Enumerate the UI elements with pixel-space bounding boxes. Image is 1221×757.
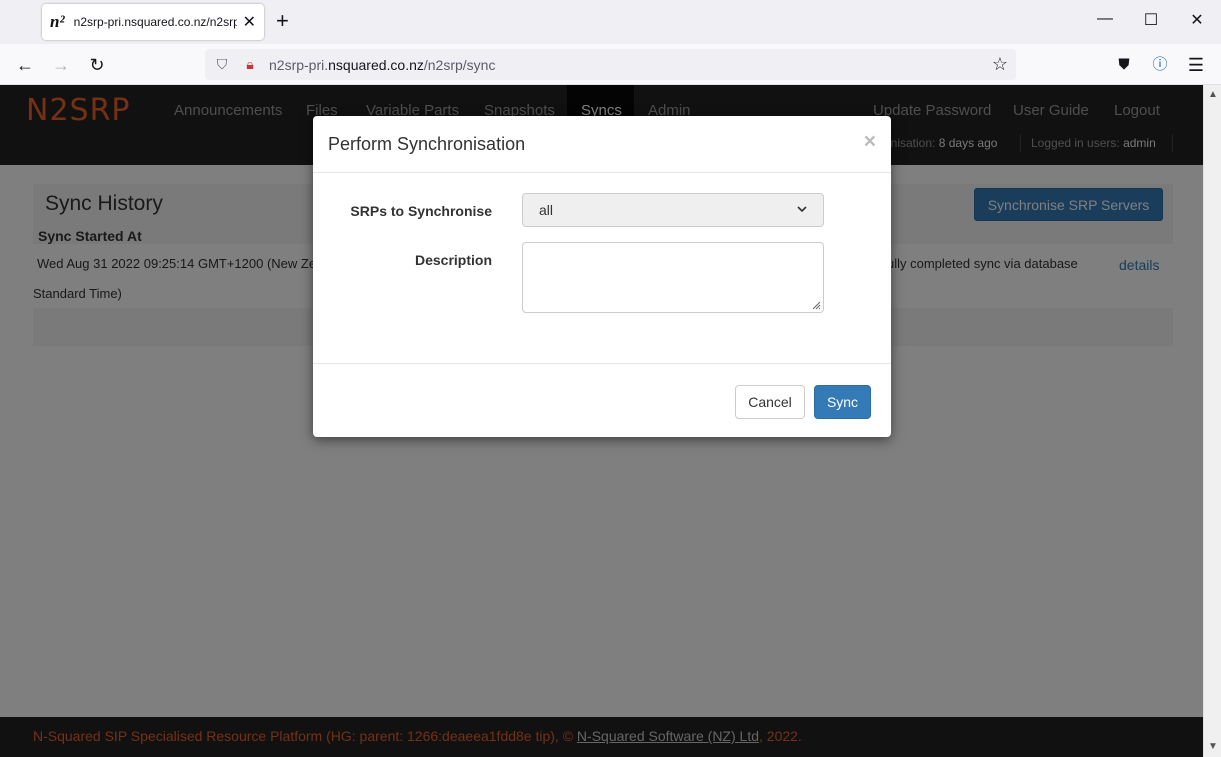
scroll-up-icon[interactable]: ▲ xyxy=(1208,89,1218,100)
tab-title: n2srp-pri.nsquared.co.nz/n2srp/sync xyxy=(73,15,237,29)
page-viewport: N2SRP Announcements Files Variable Parts… xyxy=(0,85,1203,757)
forward-arrow-icon[interactable]: → xyxy=(49,53,73,77)
chevron-down-icon xyxy=(797,205,807,216)
pocket-icon[interactable]: ⛊ xyxy=(1112,53,1136,77)
new-tab-icon[interactable]: + xyxy=(276,10,289,32)
browser-tab[interactable]: n² n2srp-pri.nsquared.co.nz/n2srp/sync ✕ xyxy=(42,4,264,40)
url-domain: nsquared.co.nz xyxy=(328,56,424,73)
modal-title: Perform Synchronisation xyxy=(328,134,526,154)
srps-select-value: all xyxy=(539,202,554,218)
maximize-icon[interactable]: ☐ xyxy=(1136,10,1166,30)
description-textarea[interactable] xyxy=(522,242,824,313)
resize-grip-icon[interactable] xyxy=(811,300,821,310)
star-icon[interactable]: ☆ xyxy=(992,54,1008,75)
modal-footer: Cancel Sync xyxy=(313,363,891,437)
insecure-lock-icon[interactable]: 🔒︎ xyxy=(241,56,259,73)
close-icon[interactable]: × xyxy=(864,130,876,154)
page-scrollbar[interactable]: ▲ ▼ xyxy=(1203,85,1221,757)
browser-nav-bar: ← → ↻ ⛉ 🔒︎ n2srp-pri.nsquared.co.nz/n2sr… xyxy=(0,44,1221,85)
shield-icon[interactable]: ⛉ xyxy=(213,56,231,73)
menu-icon[interactable]: ☰ xyxy=(1184,53,1208,77)
password-manager-icon[interactable]: ⓘ xyxy=(1148,53,1172,77)
tab-close-icon[interactable]: ✕ xyxy=(243,12,256,32)
close-window-icon[interactable]: ✕ xyxy=(1182,10,1212,30)
perform-synchronisation-dialog: Perform Synchronisation × SRPs to Synchr… xyxy=(313,116,891,437)
reload-icon[interactable]: ↻ xyxy=(85,53,109,77)
url-domain-prefix: n2srp-pri. xyxy=(269,56,329,73)
srps-to-synchronise-label: SRPs to Synchronise xyxy=(350,203,492,219)
modal-header: Perform Synchronisation × xyxy=(313,116,891,173)
minimize-icon[interactable]: — xyxy=(1090,10,1120,28)
scroll-down-icon[interactable]: ▼ xyxy=(1208,741,1218,752)
site-favicon-icon: n² xyxy=(50,12,65,31)
srps-select[interactable]: all xyxy=(522,193,824,227)
url-text[interactable]: n2srp-pri.nsquared.co.nz/n2srp/sync xyxy=(269,57,495,73)
cancel-button[interactable]: Cancel xyxy=(735,385,805,419)
description-label: Description xyxy=(414,252,492,268)
browser-tab-bar: n² n2srp-pri.nsquared.co.nz/n2srp/sync ✕… xyxy=(0,0,1221,44)
back-arrow-icon[interactable]: ← xyxy=(13,53,37,77)
address-bar[interactable]: ⛉ 🔒︎ n2srp-pri.nsquared.co.nz/n2srp/sync… xyxy=(205,49,1016,80)
sync-button[interactable]: Sync xyxy=(814,385,871,419)
url-path: /n2srp/sync xyxy=(423,56,496,73)
